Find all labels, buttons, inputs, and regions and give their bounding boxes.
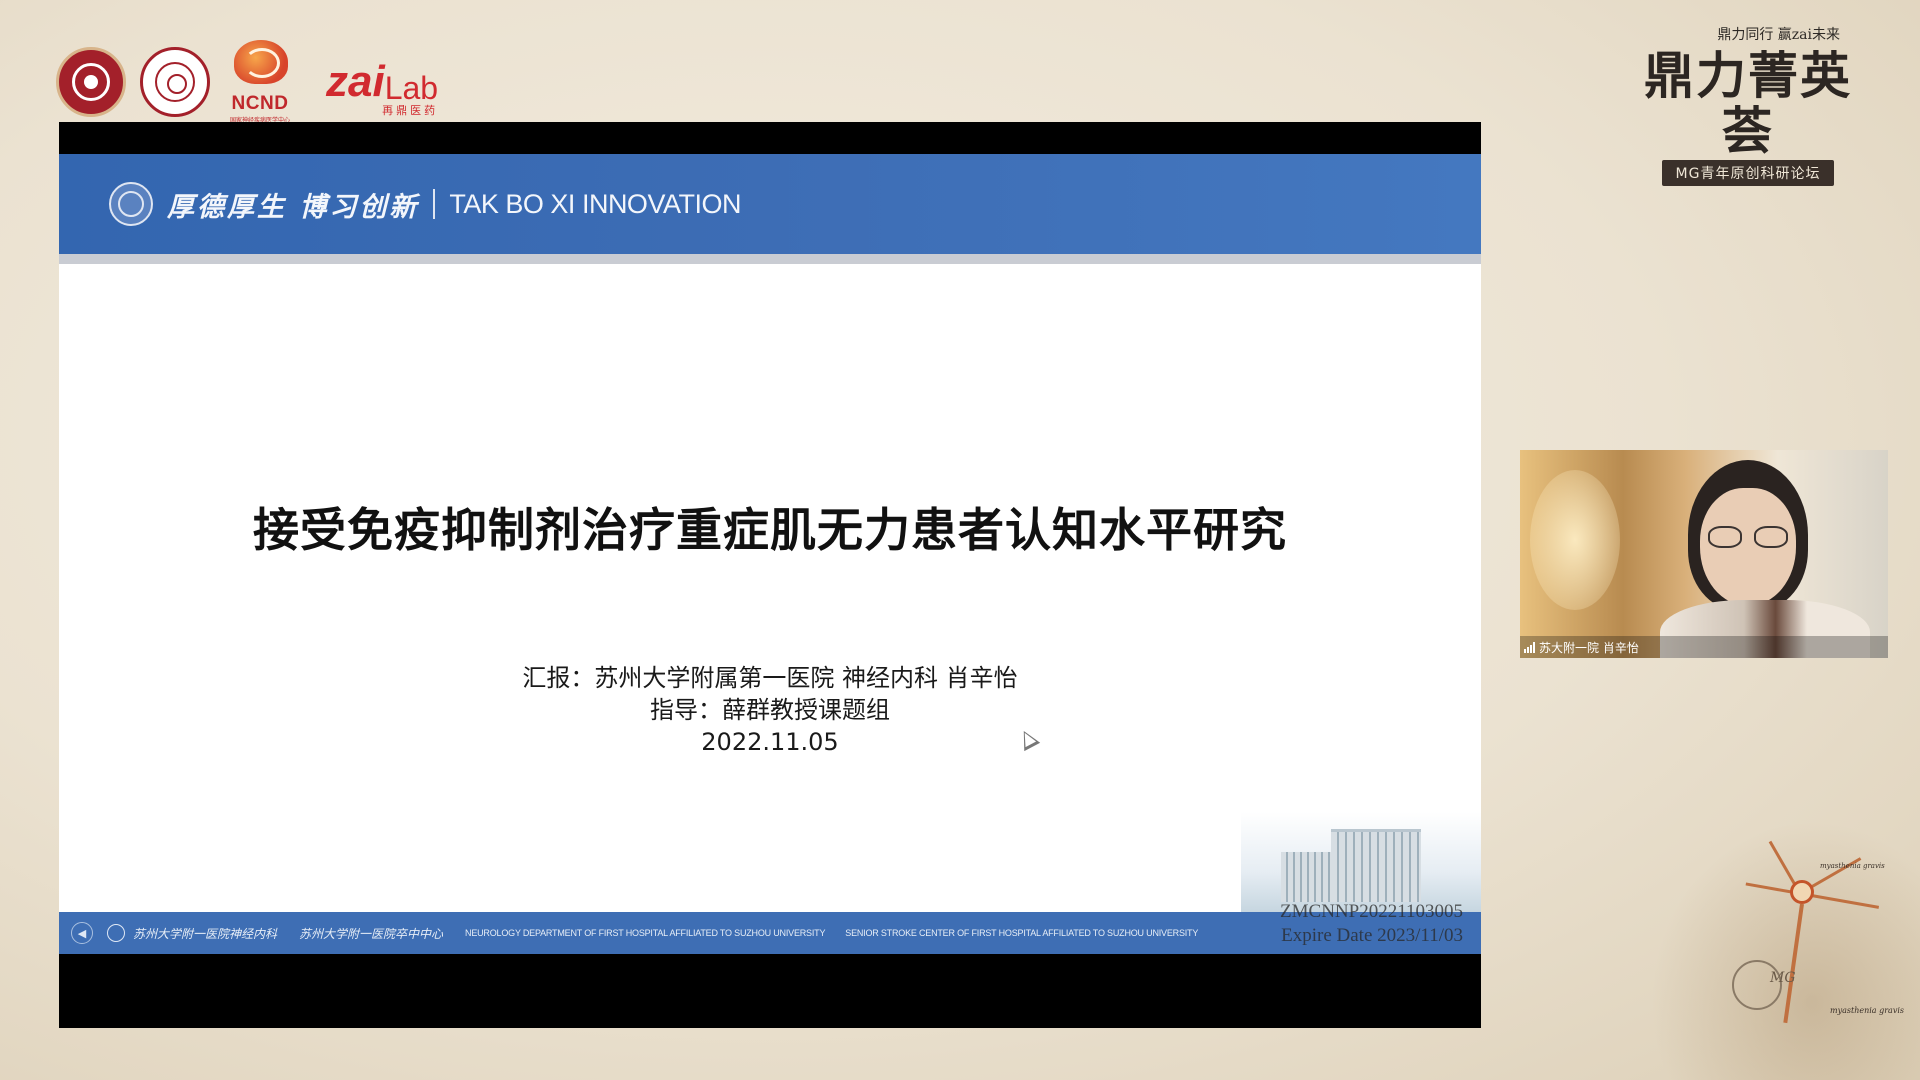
watermark-expire: Expire Date 2023/11/03	[1281, 925, 1463, 946]
event-slogan: 鼎力同行 赢zai未来	[1717, 27, 1840, 43]
zai-logo-main: zai	[326, 57, 385, 106]
watermark: ZMCNNP20221103005 Expire Date 2023/11/03	[1280, 900, 1463, 948]
event-brand: 鼎力同行 赢zai未来 鼎力菁英荟 MG青年原创科研论坛	[1628, 24, 1868, 186]
art-label-2: myasthenia gravis	[1830, 1006, 1905, 1015]
motto-cn: 厚德厚生 博习创新	[167, 191, 420, 223]
art-label-mg: MG	[1770, 970, 1796, 986]
footer-dept-cn-1: 苏州大学附一医院神经内科	[133, 926, 278, 941]
motto-divider	[433, 189, 436, 219]
presentation-date: 2022.11.05	[701, 728, 839, 756]
university-emblem-icon	[109, 182, 153, 226]
neuromuscular-society-logo	[140, 47, 210, 117]
ncnd-label: NCND	[231, 93, 289, 114]
art-label-1: myasthenia gravis	[1820, 862, 1885, 870]
presenter-line: 汇报：苏州大学附属第一医院 神经内科 肖辛怡	[522, 664, 1018, 692]
brain-icon	[234, 40, 288, 84]
zai-logo-lab: Lab	[384, 70, 439, 106]
slide-title: 接受免疫抑制剂治疗重症肌无力患者认知水平研究	[253, 503, 1287, 557]
rare-disease-center-logo	[56, 47, 126, 117]
slide-body: 接受免疫抑制剂治疗重症肌无力患者认知水平研究 汇报：苏州大学附属第一医院 神经内…	[59, 264, 1481, 912]
hospital-building-image	[1241, 812, 1481, 912]
footer-dept-en-1: NEUROLOGY DEPARTMENT OF FIRST HOSPITAL A…	[465, 928, 826, 938]
event-subtitle: MG青年原创科研论坛	[1661, 160, 1835, 186]
event-title: 鼎力菁英荟	[1644, 46, 1852, 160]
participant-label: 苏大附一院 肖辛怡	[1520, 636, 1888, 658]
zai-lab-logo: zai Lab 再鼎医药	[326, 57, 439, 118]
watermark-code: ZMCNNP20221103005	[1280, 901, 1463, 922]
footer-dept-cn-2: 苏州大学附一医院卒中中心	[299, 926, 444, 941]
neuron-artwork: MG myasthenia gravis myasthenia gravis	[1650, 820, 1920, 1080]
slide-footer: ◀ 苏州大学附一医院神经内科 苏州大学附一医院卒中中心 NEUROLOGY DE…	[59, 912, 1481, 954]
signal-strength-icon	[1524, 641, 1535, 653]
header-divider	[59, 254, 1481, 264]
neuron-icon	[1790, 880, 1814, 904]
motto-en: TAK BO XI INNOVATION	[449, 188, 741, 219]
ncnd-logo: NCND 国家神经疾病医学中心	[224, 40, 296, 124]
footer-emblem-icon	[107, 924, 125, 942]
slide-info: 汇报：苏州大学附属第一医院 神经内科 肖辛怡 指导：薛群教授课题组 2022.1…	[59, 662, 1481, 758]
zai-logo-cn: 再鼎医药	[382, 104, 439, 117]
slide-header: 厚德厚生 博习创新 TAK BO XI INNOVATION	[59, 154, 1481, 254]
shared-slide: 厚德厚生 博习创新 TAK BO XI INNOVATION 接受免疫抑制剂治疗…	[59, 122, 1481, 1028]
participant-name: 苏大附一院 肖辛怡	[1539, 640, 1639, 655]
footer-dept-en-2: SENIOR STROKE CENTER OF FIRST HOSPITAL A…	[845, 928, 1199, 938]
prev-slide-icon[interactable]: ◀	[71, 922, 93, 944]
webcam-tile[interactable]: 苏大附一院 肖辛怡	[1520, 450, 1888, 658]
advisor-line: 指导：薛群教授课题组	[650, 696, 890, 724]
sponsor-logos: NCND 国家神经疾病医学中心 zai Lab 再鼎医药	[56, 40, 438, 124]
